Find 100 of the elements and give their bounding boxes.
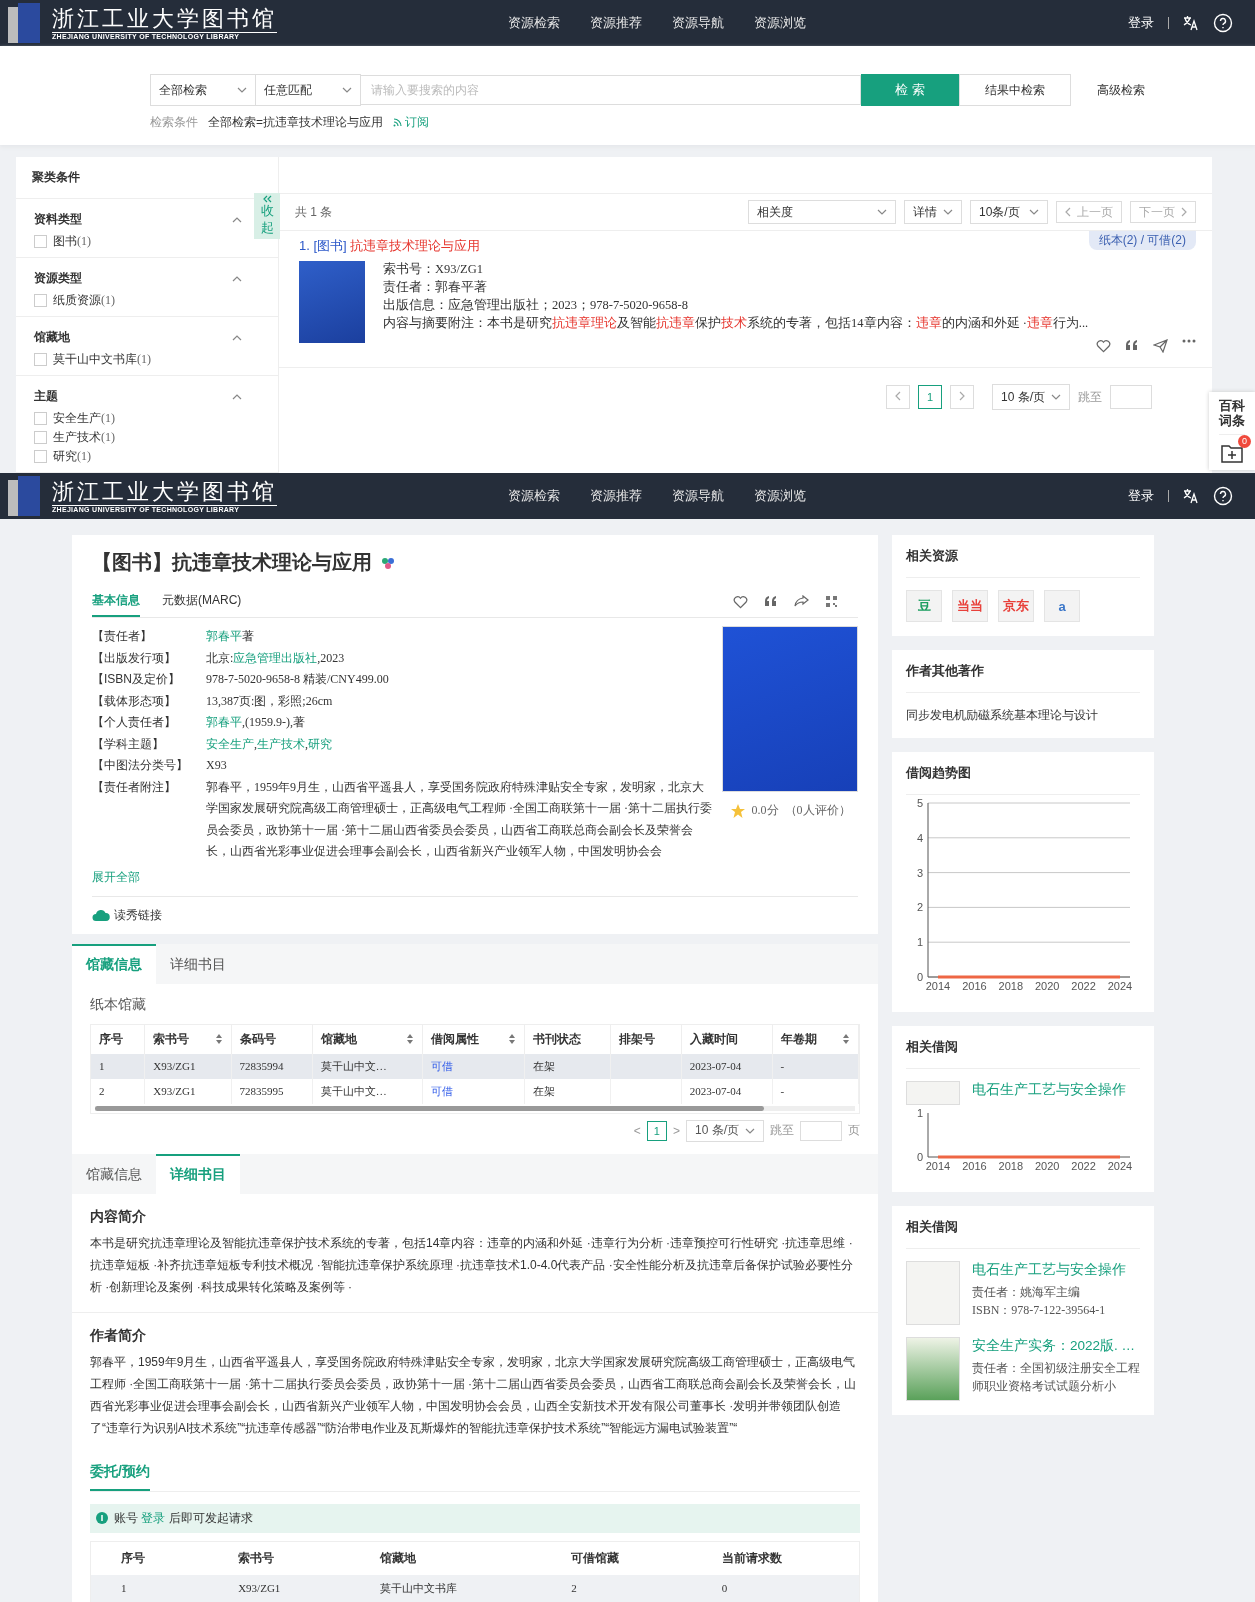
refine-search-button[interactable]: 结果中检索 xyxy=(959,74,1071,106)
checkbox[interactable] xyxy=(34,412,47,425)
checkbox[interactable] xyxy=(34,431,47,444)
advanced-search-link[interactable]: 高级检索 xyxy=(1097,81,1145,99)
login-notice: 账号 登录 后即可发起请求 xyxy=(114,1509,253,1527)
y-tick-label: 1 xyxy=(916,1107,923,1119)
author-bio: 郭春平，1959年9月生，山西省平遥县人，享受国务院政府特殊津贴安全专家，发明家，北京大学国家发展研究院高级工商管理硕士，正高级电气工程师 ·全国工商联第十一届 ·第十二届执行委员会委员，政协第十一届 ·第十二届山西省委员会委员，山西省工商联总商会副会长及荣誉会长，山西省光彩事业促进会理事会副会长，山西省新兴产业领军人物，中国发明协会会员，山西全安新技术开发有限公司董事长 ·发明并带领团队创造了“违章行为识别AI技术系统”“抗违章传感器”“防治带电作业及瓦斯爆炸的智能抗违章保护技术系统”“智能远方漏电试验装置”“ xyxy=(90,1353,857,1437)
page-size-dropdown[interactable]: 10 条/页 xyxy=(686,1119,764,1142)
field-link[interactable]: 应急管理出版社 xyxy=(233,650,318,665)
checkbox[interactable] xyxy=(34,450,47,463)
translate-icon[interactable] xyxy=(1183,15,1199,31)
result-detail-text: 责任者：郭春平著 xyxy=(383,279,488,296)
sort-icon[interactable] xyxy=(405,1033,414,1045)
facet-option[interactable]: 生产技术(1) xyxy=(53,429,115,446)
library-name: 浙江工业大学图书馆 xyxy=(52,6,277,32)
x-tick-label: 2024 xyxy=(1107,980,1133,992)
page-size-dropdown[interactable]: 10 条/页 xyxy=(992,384,1070,410)
book-cover-image[interactable] xyxy=(906,1337,960,1401)
quote-icon[interactable] xyxy=(1125,339,1139,351)
checkbox[interactable] xyxy=(34,353,47,366)
field-value: 郭春平著 xyxy=(206,628,255,645)
field-link[interactable]: 郭春平 xyxy=(206,715,242,729)
column-header: 书刊状态 xyxy=(533,1030,582,1048)
facet-option[interactable]: 图书(1) xyxy=(53,233,91,250)
folder-plus-icon[interactable] xyxy=(1221,443,1243,463)
nav-link[interactable]: 资源浏览 xyxy=(754,14,806,32)
tab[interactable]: 详细书目 xyxy=(156,943,240,984)
login-link[interactable]: 登录 xyxy=(1128,14,1154,32)
y-tick-label: 2 xyxy=(916,901,923,914)
encyclopedia-link[interactable]: 百科词条 xyxy=(1219,392,1245,435)
logo-icon xyxy=(8,476,40,516)
subscribe-link[interactable]: 订阅 xyxy=(393,114,429,131)
scope-dropdown[interactable]: 全部检索 xyxy=(150,74,256,106)
quote-icon[interactable] xyxy=(764,594,778,607)
share-icon[interactable] xyxy=(794,594,809,607)
field-label: 【载体形态项】 xyxy=(92,692,177,710)
tab[interactable]: 元数据(MARC) xyxy=(162,586,242,617)
qr-code-icon[interactable] xyxy=(825,594,838,608)
checkbox[interactable] xyxy=(34,235,47,248)
result-title-link[interactable]: 1. [图书] 抗违章技术理论与应用 xyxy=(299,237,481,255)
sort-icon[interactable] xyxy=(214,1033,223,1045)
heart-icon[interactable] xyxy=(733,594,748,609)
table-cell: 2023-07-04 xyxy=(689,1060,742,1072)
page-button[interactable]: 1 xyxy=(646,1120,667,1141)
condition-label: 检索条件 xyxy=(150,114,198,131)
field-link[interactable]: 生产技术 xyxy=(257,736,305,751)
chevron-icon[interactable] xyxy=(232,275,242,282)
facet-option[interactable]: 莫干山中文书库(1) xyxy=(53,351,151,368)
table-cell: 2 xyxy=(99,1085,105,1097)
help-icon[interactable] xyxy=(1213,486,1233,506)
section-title: 作者简介 xyxy=(90,1326,147,1345)
send-icon[interactable] xyxy=(1153,339,1168,353)
x-tick-label: 2022 xyxy=(1071,1160,1096,1172)
translate-icon[interactable] xyxy=(1183,488,1199,504)
work-link[interactable]: 同步发电机励磁系统基本理论与设计 xyxy=(906,693,1140,724)
column-header: 序号 xyxy=(99,1030,123,1048)
nav-link[interactable]: 资源推荐 xyxy=(590,487,642,505)
nav-link[interactable]: 资源导航 xyxy=(672,487,724,505)
jump-field[interactable] xyxy=(800,1120,842,1141)
result-detail-text: 索书号：X93/ZG1 xyxy=(383,261,484,278)
field-link[interactable]: 研究 xyxy=(308,736,332,751)
source-logo[interactable]: 当当 xyxy=(952,590,988,622)
field-link[interactable]: 郭春平 xyxy=(206,629,242,643)
facet-option[interactable]: 纸质资源(1) xyxy=(53,292,115,309)
page-button[interactable]: 1 xyxy=(918,385,942,409)
more-icon[interactable] xyxy=(1182,339,1196,343)
page-size-dropdown[interactable]: 10条/页 xyxy=(970,200,1048,224)
facet-option[interactable]: 安全生产(1) xyxy=(53,410,115,427)
facet-option[interactable]: 研究(1) xyxy=(53,448,91,465)
sort-icon[interactable] xyxy=(842,1033,850,1045)
nav-link[interactable]: 资源检索 xyxy=(508,14,560,32)
source-logo[interactable]: 京东 xyxy=(998,590,1034,622)
sort-dropdown[interactable]: 相关度 xyxy=(748,200,896,224)
availability-badge: 纸本(2) / 可借(2) xyxy=(1088,231,1196,250)
chevron-icon[interactable] xyxy=(232,393,242,400)
sort-icon[interactable] xyxy=(508,1033,517,1045)
rss-icon xyxy=(393,118,402,127)
login-link[interactable]: 登录 xyxy=(1128,487,1154,505)
chevron-icon[interactable] xyxy=(232,334,242,341)
heart-icon[interactable] xyxy=(1096,339,1111,353)
view-dropdown[interactable]: 详情 xyxy=(904,200,962,224)
checkbox[interactable] xyxy=(34,294,47,307)
help-icon[interactable] xyxy=(1213,13,1233,33)
read-link[interactable]: 读秀链接 xyxy=(114,906,162,924)
card-title: 借阅趋势图 xyxy=(906,752,1140,795)
source-logo[interactable]: a xyxy=(1044,590,1080,622)
field-link[interactable]: 安全生产 xyxy=(206,736,254,751)
search-field[interactable]: 请输入要搜索的内容 xyxy=(361,75,861,105)
jump-field[interactable] xyxy=(1110,385,1152,409)
jump-label: 跳至 xyxy=(770,1122,794,1139)
card-title: 相关资源 xyxy=(906,535,1140,578)
expand-all-link[interactable]: 展开全部 xyxy=(92,868,140,886)
column-header: 馆藏地 xyxy=(320,1030,357,1048)
nav-link[interactable]: 资源导航 xyxy=(672,14,724,32)
nav-link[interactable]: 资源推荐 xyxy=(590,14,642,32)
tab[interactable]: 馆藏信息 xyxy=(72,1153,156,1194)
nav-link[interactable]: 资源浏览 xyxy=(754,487,806,505)
nav-link[interactable]: 资源检索 xyxy=(508,487,560,505)
chevron-icon[interactable] xyxy=(232,216,242,223)
horizontal-scrollbar[interactable] xyxy=(95,1105,855,1111)
